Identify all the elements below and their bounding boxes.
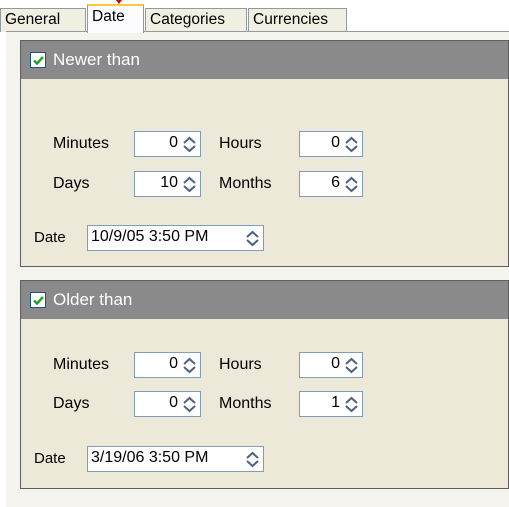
older-months-value: 1 bbox=[331, 394, 340, 411]
newer-hours-spinner[interactable]: 0 bbox=[299, 131, 363, 157]
newer-than-checkbox[interactable] bbox=[30, 52, 46, 68]
older-days-spinner[interactable]: 0 bbox=[134, 391, 201, 417]
older-minutes-spinner[interactable]: 0 bbox=[134, 352, 201, 378]
spin-arrows-icon[interactable] bbox=[244, 450, 261, 468]
older-date-picker[interactable]: 3/19/06 3:50 PM bbox=[87, 446, 264, 472]
spin-arrows-icon[interactable] bbox=[343, 395, 360, 413]
older-hours-value: 0 bbox=[331, 355, 340, 372]
newer-than-group: Newer than Minutes 0 Hours 0 Days 10 Mon… bbox=[20, 40, 509, 267]
spin-arrows-icon[interactable] bbox=[244, 229, 261, 247]
older-date-value: 3/19/06 3:50 PM bbox=[91, 449, 209, 466]
newer-months-spinner[interactable]: 6 bbox=[299, 171, 363, 197]
spin-arrows-icon[interactable] bbox=[343, 356, 360, 374]
older-than-checkbox[interactable] bbox=[30, 292, 46, 308]
older-than-title: Older than bbox=[53, 290, 133, 309]
newer-date-picker[interactable]: 10/9/05 3:50 PM bbox=[87, 225, 264, 251]
older-than-header: Older than bbox=[21, 281, 508, 319]
older-minutes-label: Minutes bbox=[53, 356, 110, 373]
tab-categories-label: Categories bbox=[150, 11, 225, 28]
newer-months-value: 6 bbox=[331, 174, 340, 191]
tab-date-label: Date bbox=[92, 8, 125, 25]
tab-categories[interactable]: Categories bbox=[145, 8, 247, 32]
newer-minutes-label: Minutes bbox=[53, 135, 110, 152]
newer-days-label: Days bbox=[53, 175, 90, 192]
tab-strip: General Date Categories Currencies bbox=[0, 0, 509, 33]
older-months-spinner[interactable]: 1 bbox=[299, 391, 363, 417]
checkmark-icon bbox=[33, 296, 44, 306]
tab-general-label: General bbox=[5, 11, 61, 28]
spin-arrows-icon[interactable] bbox=[181, 395, 198, 413]
newer-minutes-value: 0 bbox=[169, 134, 178, 151]
spin-arrows-icon[interactable] bbox=[181, 135, 198, 153]
tab-date[interactable]: Date bbox=[87, 4, 144, 33]
older-hours-spinner[interactable]: 0 bbox=[299, 352, 363, 378]
spin-arrows-icon[interactable] bbox=[181, 175, 198, 193]
older-hours-label: Hours bbox=[219, 356, 262, 373]
spin-arrows-icon[interactable] bbox=[181, 356, 198, 374]
newer-hours-label: Hours bbox=[219, 135, 262, 152]
older-date-label: Date bbox=[34, 450, 66, 467]
older-than-group: Older than Minutes 0 Hours 0 Days 0 Mont… bbox=[20, 280, 509, 489]
newer-minutes-spinner[interactable]: 0 bbox=[134, 131, 201, 157]
older-days-value: 0 bbox=[169, 394, 178, 411]
spin-arrows-icon[interactable] bbox=[343, 135, 360, 153]
newer-days-spinner[interactable]: 10 bbox=[134, 171, 201, 197]
active-tab-marker bbox=[116, 0, 122, 4]
older-months-label: Months bbox=[219, 395, 272, 412]
newer-months-label: Months bbox=[219, 175, 272, 192]
tab-general[interactable]: General bbox=[0, 8, 86, 32]
newer-days-value: 10 bbox=[160, 174, 178, 191]
tab-currencies-label: Currencies bbox=[253, 11, 328, 28]
older-days-label: Days bbox=[53, 395, 90, 412]
checkmark-icon bbox=[33, 56, 44, 66]
newer-than-header: Newer than bbox=[21, 41, 508, 79]
older-minutes-value: 0 bbox=[169, 355, 178, 372]
newer-than-title: Newer than bbox=[53, 50, 140, 69]
tab-currencies[interactable]: Currencies bbox=[248, 8, 347, 32]
newer-date-label: Date bbox=[34, 229, 66, 246]
newer-hours-value: 0 bbox=[331, 134, 340, 151]
spin-arrows-icon[interactable] bbox=[343, 175, 360, 193]
newer-date-value: 10/9/05 3:50 PM bbox=[91, 228, 209, 245]
